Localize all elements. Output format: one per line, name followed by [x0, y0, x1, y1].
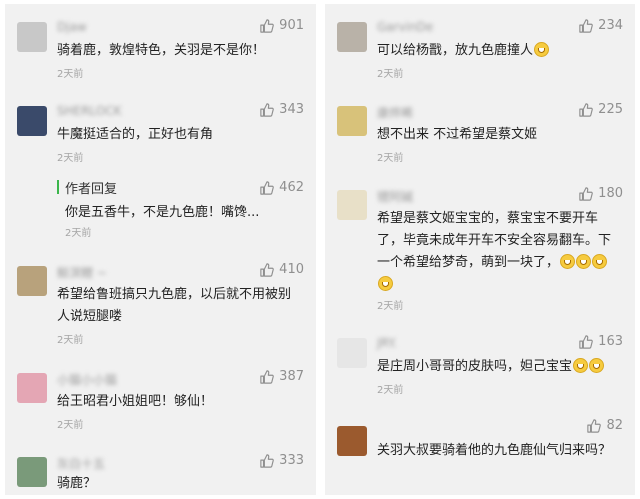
- grin-emoji-icon: [592, 254, 608, 269]
- user-name[interactable]: GarvinDe: [377, 20, 433, 34]
- grin-emoji-icon: [576, 254, 592, 269]
- thumbs-up-icon: [260, 369, 274, 384]
- reply-indicator: [57, 180, 59, 194]
- like-count: 333: [279, 453, 304, 468]
- comment-item: 鲸溟鲤 ~ 410 希望给鲁班搞只九色鹿，以后就不用被别人说短腿喽 2天前: [5, 262, 316, 352]
- avatar[interactable]: [337, 338, 367, 368]
- avatar[interactable]: [337, 106, 367, 136]
- comment-text: 希望是蔡文姬宝宝的，蔡宝宝不要开车了，毕竟未成年开车不安全容易翻车。下一个希望给…: [377, 208, 621, 296]
- user-name[interactable]: 康烨晞: [377, 104, 413, 121]
- user-name[interactable]: 鲸溟鲤 ~: [57, 264, 107, 281]
- grin-emoji-icon: [589, 358, 605, 373]
- comment-text: 可以给杨戬，放九色鹿撞人: [377, 40, 621, 62]
- timestamp: 2天前: [57, 335, 84, 346]
- thumbs-up-icon: [587, 418, 602, 433]
- like-count: 410: [279, 262, 304, 277]
- timestamp: 2天前: [57, 153, 84, 164]
- thumbs-up-icon: [260, 262, 274, 277]
- like-button[interactable]: 180: [579, 186, 623, 201]
- comment-text: 希望给鲁班搞只九色鹿，以后就不用被别人说短腿喽: [57, 287, 292, 324]
- like-count: 163: [598, 334, 623, 349]
- emoji-group: [533, 42, 550, 58]
- comment-item: JRY. 163 是庄周小哥哥的皮肤吗，妲己宝宝 2天前: [325, 334, 635, 404]
- like-button[interactable]: 163: [579, 334, 623, 349]
- author-reply: 作者回复 462 你是五香牛，不是九色鹿！嘴馋... 2天前: [57, 175, 316, 239]
- like-button[interactable]: 410: [260, 262, 304, 277]
- avatar[interactable]: [337, 190, 367, 220]
- comment-item: Djaw 901 骑着鹿，敦煌特色，关羽是不是你！ 2天前: [5, 18, 316, 88]
- comment-text: 牛魔挺适合的，正好也有角: [57, 127, 214, 142]
- timestamp: 2天前: [65, 228, 92, 239]
- like-button[interactable]: 333: [260, 453, 304, 468]
- like-button[interactable]: 225: [579, 102, 623, 117]
- comment-text-body: 是庄周小哥哥的皮肤吗，妲己宝宝: [377, 359, 573, 374]
- avatar[interactable]: [17, 22, 47, 52]
- comment-item: SHERLOCK 343 牛魔挺适合的，正好也有角 2天前: [5, 102, 316, 172]
- user-name[interactable]: Djaw: [57, 20, 87, 34]
- like-count: 234: [598, 18, 623, 33]
- avatar[interactable]: [17, 266, 47, 296]
- grin-emoji-icon: [534, 42, 550, 57]
- author-reply-label: 作者回复: [65, 182, 118, 197]
- thumbs-up-icon: [260, 18, 274, 33]
- like-count: 387: [279, 369, 304, 384]
- thumbs-up-icon: [579, 186, 593, 201]
- like-count: 901: [279, 18, 304, 33]
- avatar[interactable]: [17, 106, 47, 136]
- comment-text: 骑着鹿，敦煌特色，关羽是不是你！: [57, 43, 266, 58]
- thumbs-up-icon: [260, 453, 274, 468]
- comment-item: 锂阿碱 180 希望是蔡文姬宝宝的，蔡宝宝不要开车了，毕竟未成年开车不安全容易翻…: [325, 186, 635, 312]
- thumbs-up-icon: [579, 334, 593, 349]
- like-button[interactable]: 387: [260, 369, 304, 384]
- emoji-group: [572, 358, 605, 374]
- avatar[interactable]: [337, 22, 367, 52]
- comment-text: 骑鹿？: [57, 476, 97, 491]
- grin-emoji-icon: [573, 358, 589, 373]
- user-name[interactable]: 灰白十五: [57, 455, 105, 472]
- avatar[interactable]: [17, 457, 47, 487]
- thumbs-up-icon: [579, 102, 593, 117]
- comment-item: 康烨晞 225 想不出来 不过希望是蔡文姬 2天前: [325, 102, 635, 172]
- like-button[interactable]: 901: [260, 18, 304, 33]
- avatar[interactable]: [337, 426, 367, 456]
- like-button[interactable]: 343: [260, 102, 304, 117]
- thumbs-up-icon: [260, 180, 274, 195]
- user-name[interactable]: 小猫小小猫: [57, 371, 117, 388]
- grin-emoji-icon: [378, 276, 393, 291]
- like-count: 343: [279, 102, 304, 117]
- grin-emoji-icon: [560, 254, 576, 269]
- comment-text: 给王昭君小姐姐吧！够仙！: [57, 394, 214, 409]
- user-name[interactable]: 锂阿碱: [377, 188, 413, 205]
- timestamp: 2天前: [377, 69, 404, 80]
- user-name[interactable]: JRY.: [377, 336, 397, 350]
- comment-column-left: Djaw 901 骑着鹿，敦煌特色，关羽是不是你！ 2天前 SHERLOCK 3…: [5, 4, 316, 495]
- comment-item: GarvinDe 234 可以给杨戬，放九色鹿撞人 2天前: [325, 18, 635, 88]
- timestamp: 2天前: [377, 385, 404, 396]
- thumbs-up-icon: [579, 18, 593, 33]
- comment-text: 是庄周小哥哥的皮肤吗，妲己宝宝: [377, 356, 621, 378]
- like-button[interactable]: 234: [579, 18, 623, 33]
- timestamp: 2天前: [57, 420, 84, 431]
- timestamp: 2天前: [377, 153, 404, 164]
- like-count: 225: [598, 102, 623, 117]
- reply-text: 你是五香牛，不是九色鹿！嘴馋...: [65, 205, 260, 220]
- like-button[interactable]: 462: [260, 180, 304, 195]
- timestamp: 2天前: [57, 69, 84, 80]
- comment-item: 灰白十五 333 骑鹿？: [5, 453, 316, 495]
- comment-item: 小猫小小猫 387 给王昭君小姐姐吧！够仙！ 2天前: [5, 369, 316, 439]
- like-count: 462: [279, 180, 304, 195]
- user-name[interactable]: SHERLOCK: [57, 104, 122, 118]
- comment-column-right: GarvinDe 234 可以给杨戬，放九色鹿撞人 2天前 康烨晞 225 想不…: [325, 4, 635, 495]
- like-count: 82: [606, 418, 623, 433]
- like-count: 180: [598, 186, 623, 201]
- comment-item: 82 关羽大叔要骑着他的九色鹿仙气归来吗？: [325, 418, 635, 488]
- timestamp: 2天前: [377, 301, 404, 312]
- comment-text: 想不出来 不过希望是蔡文姬: [377, 127, 538, 142]
- comment-text-body: 可以给杨戬，放九色鹿撞人: [377, 43, 534, 58]
- like-button[interactable]: 82: [587, 418, 623, 433]
- thumbs-up-icon: [260, 102, 274, 117]
- avatar[interactable]: [17, 373, 47, 403]
- comment-text: 关羽大叔要骑着他的九色鹿仙气归来吗？: [377, 443, 612, 458]
